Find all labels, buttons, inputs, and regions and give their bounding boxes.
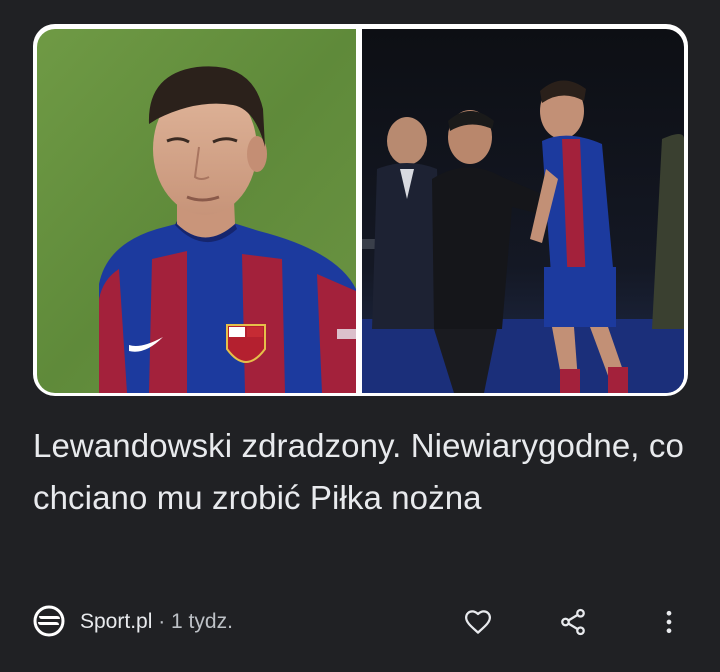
- article-image[interactable]: [33, 24, 688, 396]
- article-age: 1 tydz.: [171, 610, 233, 633]
- heart-outline-icon: [465, 610, 491, 634]
- like-button[interactable]: [458, 602, 498, 642]
- meta-separator: ·: [152, 610, 172, 633]
- article-image-left-photo: [37, 29, 356, 393]
- article-headline[interactable]: Lewandowski zdradzony. Niewiarygodne, co…: [33, 420, 693, 524]
- article-image-right-photo: [362, 29, 684, 393]
- more-vertical-icon: [666, 610, 672, 634]
- article-footer: Sport.pl · 1 tydz.: [33, 600, 688, 644]
- share-icon: [561, 608, 585, 636]
- more-options-button[interactable]: [649, 602, 689, 642]
- source-name[interactable]: Sport.pl: [80, 610, 152, 633]
- share-button[interactable]: [553, 602, 593, 642]
- news-card[interactable]: Lewandowski zdradzony. Niewiarygodne, co…: [0, 0, 720, 672]
- sport-pl-logo-icon: [33, 605, 65, 637]
- source-meta: Sport.pl · 1 tydz.: [80, 608, 233, 636]
